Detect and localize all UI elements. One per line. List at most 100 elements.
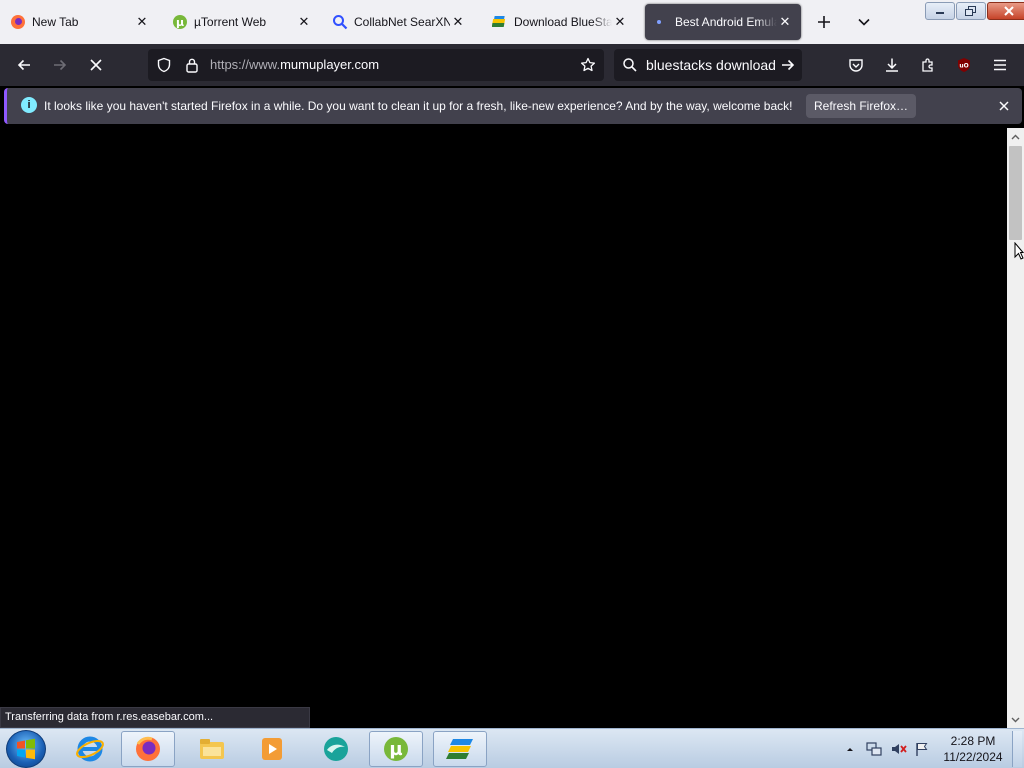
- close-icon[interactable]: ✕: [450, 14, 466, 30]
- flag-icon: [916, 743, 928, 756]
- url-host: mumuplayer.com: [280, 57, 380, 72]
- close-icon[interactable]: ✕: [134, 14, 150, 30]
- show-desktop-button[interactable]: [1012, 731, 1022, 767]
- volume-muted-icon: [892, 744, 907, 754]
- scrollbar-thumb[interactable]: [1009, 146, 1022, 240]
- taskbar-clock[interactable]: 2:28 PM 11/22/2024: [938, 733, 1008, 765]
- ublock-origin-button[interactable]: uO: [952, 53, 976, 77]
- search-icon: [618, 53, 642, 77]
- tab-utorrent[interactable]: µ µTorrent Web ✕: [164, 4, 320, 40]
- loading-dot-icon: [653, 14, 669, 30]
- notification-message: It looks like you haven't started Firefo…: [44, 99, 793, 113]
- taskbar-bluestacks[interactable]: [433, 731, 487, 767]
- bookmark-star-button[interactable]: [576, 53, 600, 77]
- utorrent-icon: µ: [384, 737, 408, 761]
- file-explorer-icon: [200, 739, 224, 759]
- search-input[interactable]: bluestacks download: [646, 57, 776, 73]
- tab-title: New Tab: [32, 15, 79, 29]
- search-bar[interactable]: bluestacks download: [614, 49, 802, 81]
- minimize-button[interactable]: [925, 2, 955, 20]
- list-all-tabs-button[interactable]: [850, 8, 878, 36]
- pocket-button[interactable]: [844, 53, 868, 77]
- status-panel: Transferring data from r.res.easebar.com…: [0, 707, 310, 728]
- windows-logo-icon: [17, 738, 35, 760]
- firefox-icon: [136, 736, 160, 761]
- minimize-icon: [936, 12, 944, 14]
- tray-action-flag[interactable]: [914, 729, 930, 768]
- refresh-firefox-notification: i It looks like you haven't started Fire…: [4, 88, 1022, 124]
- tab-strip: New Tab ✕ µ µTorrent Web ✕ CollabNet Sea…: [0, 0, 1024, 44]
- close-icon: [1004, 6, 1014, 16]
- ublock-icon: uO: [958, 58, 970, 72]
- app-icon: [324, 737, 348, 761]
- tray-volume[interactable]: [890, 729, 908, 768]
- url-bar[interactable]: https://www.mumuplayer.com: [148, 49, 604, 81]
- taskbar-utorrent[interactable]: µ: [369, 731, 423, 767]
- chevron-up-icon: [847, 748, 853, 751]
- lock-icon[interactable]: [180, 53, 204, 77]
- vertical-scrollbar[interactable]: [1007, 128, 1024, 728]
- tab-title: Download BlueStacks: [514, 15, 612, 29]
- close-icon: [999, 101, 1009, 111]
- extensions-button[interactable]: [916, 53, 940, 77]
- mouse-cursor-icon: [1014, 241, 1024, 263]
- arrow-left-icon: [17, 59, 30, 71]
- firefox-icon: [10, 14, 26, 30]
- url-text[interactable]: https://www.mumuplayer.com: [210, 57, 379, 72]
- media-player-icon: [262, 738, 282, 760]
- scroll-down-button[interactable]: [1007, 711, 1024, 728]
- taskbar-app[interactable]: [309, 731, 363, 767]
- close-icon[interactable]: ✕: [777, 14, 793, 30]
- clock-time: 2:28 PM: [950, 734, 996, 748]
- app-menu-button[interactable]: [988, 53, 1012, 77]
- close-icon[interactable]: ✕: [612, 14, 628, 30]
- arrow-right-icon: [782, 59, 795, 71]
- svg-text:µ: µ: [389, 739, 402, 760]
- stop-icon: [90, 59, 102, 71]
- arrow-right-icon: [54, 59, 67, 71]
- bluestacks-icon: [446, 739, 473, 759]
- forward-button[interactable]: [48, 53, 72, 77]
- taskbar-file-explorer[interactable]: [185, 731, 239, 767]
- tab-searxng[interactable]: CollabNet SearXNG ✕: [324, 4, 474, 40]
- tray-action-center[interactable]: [866, 729, 882, 768]
- star-icon: [580, 57, 596, 72]
- tab-title: CollabNet SearXNG: [354, 15, 450, 29]
- chevron-up-icon: [1011, 134, 1020, 139]
- utorrent-icon: µ: [172, 14, 188, 30]
- stop-button[interactable]: [84, 53, 108, 77]
- svg-text:uO: uO: [959, 63, 968, 70]
- tab-best-android-emulator[interactable]: Best Android Emulator ✕: [645, 4, 801, 40]
- taskbar-firefox[interactable]: [121, 731, 175, 767]
- tab-title: µTorrent Web: [194, 15, 267, 29]
- back-button[interactable]: [12, 53, 36, 77]
- start-button[interactable]: [6, 730, 46, 768]
- puzzle-icon: [922, 58, 933, 72]
- taskbar-media-player[interactable]: [245, 731, 299, 767]
- download-icon: [886, 58, 898, 72]
- show-hidden-icons-button[interactable]: [846, 729, 854, 768]
- tab-download-bluestacks[interactable]: Download BlueStacks ✕: [484, 4, 636, 40]
- downloads-button[interactable]: [880, 53, 904, 77]
- restore-button[interactable]: [956, 2, 986, 20]
- page-content[interactable]: [0, 128, 1007, 728]
- chevron-down-icon: [1011, 717, 1020, 722]
- svg-text:µ: µ: [176, 16, 184, 29]
- close-icon[interactable]: ✕: [296, 14, 312, 30]
- restore-icon: [965, 6, 976, 16]
- search-go-button[interactable]: [776, 53, 800, 77]
- chevron-down-icon: [858, 18, 870, 26]
- scroll-up-button[interactable]: [1007, 128, 1024, 145]
- info-icon: i: [21, 97, 37, 113]
- tab-new-tab[interactable]: New Tab ✕: [2, 4, 158, 40]
- pocket-icon: [849, 59, 863, 72]
- refresh-firefox-button[interactable]: Refresh Firefox…: [806, 94, 916, 118]
- close-window-button[interactable]: [987, 2, 1024, 20]
- internet-explorer-icon: [76, 736, 104, 762]
- new-tab-button[interactable]: [810, 8, 838, 36]
- tab-title: Best Android Emulator: [675, 15, 777, 29]
- close-notification-button[interactable]: [995, 97, 1013, 115]
- taskbar-internet-explorer[interactable]: [63, 731, 117, 767]
- tracking-protection-shield-icon[interactable]: [152, 53, 176, 77]
- hamburger-icon: [994, 59, 1006, 71]
